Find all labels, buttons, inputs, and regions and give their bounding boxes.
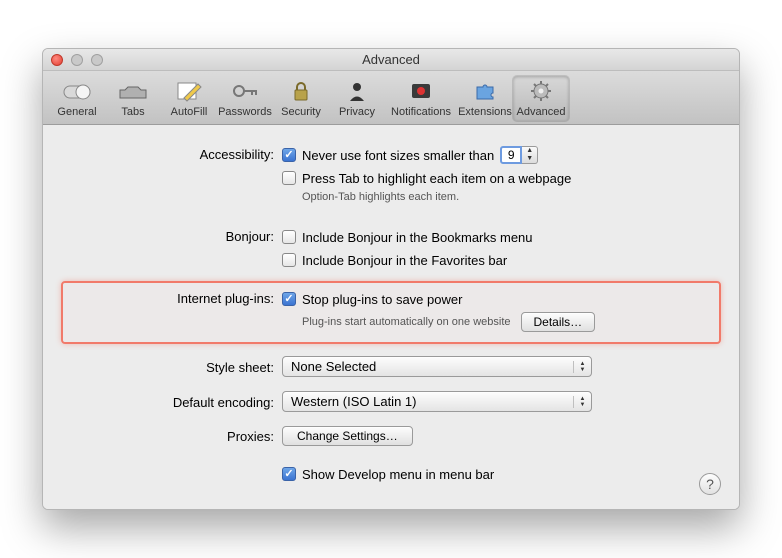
encoding-popup[interactable]: Western (ISO Latin 1) ▲▼ xyxy=(282,391,592,412)
notifications-icon xyxy=(405,78,437,104)
bonjour-bookmarks-checkbox[interactable] xyxy=(282,230,296,244)
stop-plugins-checkbox[interactable] xyxy=(282,292,296,306)
tab-label: Privacy xyxy=(329,106,385,118)
tab-label: Passwords xyxy=(217,106,273,118)
plugins-label: Internet plug-ins: xyxy=(67,289,282,306)
proxies-label: Proxies: xyxy=(67,426,282,444)
tab-label: Tabs xyxy=(105,106,161,118)
tab-privacy[interactable]: Privacy xyxy=(329,76,385,121)
tab-passwords[interactable]: Passwords xyxy=(217,76,273,121)
stepper-arrows[interactable]: ▲▼ xyxy=(522,146,538,164)
tab-label: Security xyxy=(273,106,329,118)
tab-label: General xyxy=(49,106,105,118)
zoom-icon[interactable] xyxy=(91,54,103,66)
stylesheet-value: None Selected xyxy=(291,359,573,374)
change-settings-button[interactable]: Change Settings… xyxy=(282,426,413,446)
bonjour-bookmarks-label: Include Bonjour in the Bookmarks menu xyxy=(302,230,533,245)
titlebar: Advanced xyxy=(43,49,739,71)
font-size-stepper[interactable]: 9 ▲▼ xyxy=(500,146,538,164)
develop-menu-checkbox[interactable] xyxy=(282,467,296,481)
tab-label: Advanced xyxy=(513,106,569,118)
highlight-annotation: Internet plug-ins: Stop plug-ins to save… xyxy=(61,281,721,344)
bonjour-favorites-label: Include Bonjour in the Favorites bar xyxy=(302,253,507,268)
tab-label: Extensions xyxy=(457,106,513,118)
plugins-hint: Plug-ins start automatically on one webs… xyxy=(302,316,511,328)
tab-notifications[interactable]: Notifications xyxy=(385,76,457,121)
encoding-value: Western (ISO Latin 1) xyxy=(291,394,573,409)
bonjour-label: Bonjour: xyxy=(67,227,282,244)
press-tab-checkbox-label: Press Tab to highlight each item on a we… xyxy=(302,171,571,186)
font-size-checkbox[interactable] xyxy=(282,148,296,162)
font-size-checkbox-label: Never use font sizes smaller than xyxy=(302,148,494,163)
stylesheet-popup[interactable]: None Selected ▲▼ xyxy=(282,356,592,377)
tab-security[interactable]: Security xyxy=(273,76,329,121)
help-button[interactable]: ? xyxy=(699,473,721,495)
close-icon[interactable] xyxy=(51,54,63,66)
minimize-icon[interactable] xyxy=(71,54,83,66)
bonjour-favorites-checkbox[interactable] xyxy=(282,253,296,267)
chevron-updown-icon: ▲▼ xyxy=(573,361,591,373)
switch-icon xyxy=(61,78,93,104)
tab-label: AutoFill xyxy=(161,106,217,118)
tab-autofill[interactable]: AutoFill xyxy=(161,76,217,121)
accessibility-label: Accessibility: xyxy=(67,145,282,162)
encoding-label: Default encoding: xyxy=(67,391,282,410)
window-title: Advanced xyxy=(43,52,739,67)
stylesheet-label: Style sheet: xyxy=(67,356,282,375)
toolbar: General Tabs AutoFill Passwords Security xyxy=(43,71,739,125)
puzzle-icon xyxy=(469,78,501,104)
stop-plugins-label: Stop plug-ins to save power xyxy=(302,292,462,307)
develop-menu-label: Show Develop menu in menu bar xyxy=(302,467,494,482)
content-area: Accessibility: Never use font sizes smal… xyxy=(43,125,739,509)
press-tab-checkbox[interactable] xyxy=(282,171,296,185)
details-button[interactable]: Details… xyxy=(521,312,596,332)
press-tab-hint: Option-Tab highlights each item. xyxy=(302,191,715,203)
lock-icon xyxy=(285,78,317,104)
tab-advanced[interactable]: Advanced xyxy=(513,76,569,121)
pencil-icon xyxy=(173,78,205,104)
font-size-value[interactable]: 9 xyxy=(500,146,522,164)
gear-icon xyxy=(525,78,557,104)
tab-general[interactable]: General xyxy=(49,76,105,121)
privacy-icon xyxy=(341,78,373,104)
chevron-updown-icon: ▲▼ xyxy=(573,396,591,408)
tab-icon xyxy=(117,78,149,104)
preferences-window: Advanced General Tabs AutoFill Passwords xyxy=(42,48,740,510)
key-icon xyxy=(229,78,261,104)
tab-tabs[interactable]: Tabs xyxy=(105,76,161,121)
tab-extensions[interactable]: Extensions xyxy=(457,76,513,121)
tab-label: Notifications xyxy=(385,106,457,118)
